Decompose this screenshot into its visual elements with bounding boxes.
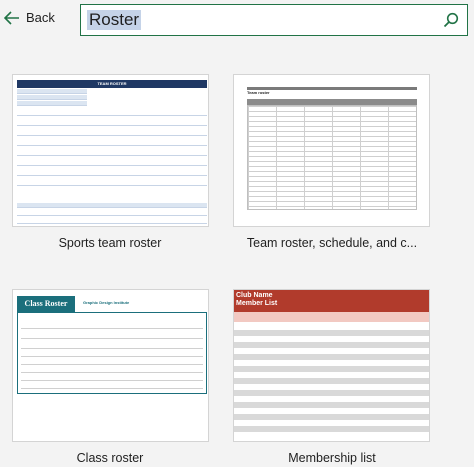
thumb-row [17,219,207,224]
thumb-row [17,89,87,94]
thumb-title: Team roster [247,87,417,96]
thumb-band [234,402,429,408]
thumb-row [17,161,207,166]
template-caption[interactable]: Sports team roster [0,236,220,250]
thumb-band [234,378,429,384]
thumb-row [17,111,207,116]
thumb-columns [234,312,429,322]
template-caption[interactable]: Class roster [0,451,220,465]
thumb-grid [247,105,417,210]
thumb-band [234,426,429,432]
thumb-band [234,390,429,396]
thumb-frame [17,312,207,394]
thumb-row [17,95,87,100]
thumb-row [21,388,203,389]
template-class-roster[interactable]: Class Roster Graphic Design Institute [12,289,209,442]
template-sports-team-roster[interactable]: TEAM ROSTER [12,74,209,227]
thumb-subtitle: Graphic Design Institute [83,300,130,305]
search-icon[interactable] [443,12,459,28]
thumb-row [17,211,207,216]
template-caption[interactable]: Team roster, schedule, and c... [222,236,442,250]
thumb-row [21,348,203,349]
thumb-row [17,151,207,156]
thumb-row [17,171,207,176]
thumb-row [21,364,203,365]
thumb-row [21,338,203,339]
thumb-row [17,141,207,146]
thumb-row [17,101,87,106]
search-value[interactable]: Roster [87,10,142,30]
template-caption[interactable]: Membership list [222,451,442,465]
thumb-row [17,203,207,208]
thumb-band [234,330,429,336]
thumb-row [17,181,207,186]
thumb-header: Club Name Member List [234,290,429,312]
template-team-roster-schedule[interactable]: Team roster [233,74,430,227]
thumb-band [234,414,429,420]
thumb-title: Club Name [236,292,273,299]
thumb-row [21,372,203,373]
thumb-row [17,121,207,126]
thumb-title: Class Roster [17,296,75,312]
thumb-row [21,328,203,329]
search-input[interactable]: Roster [80,4,468,36]
back-arrow-icon [4,10,19,25]
thumb-row [21,380,203,381]
thumb-title: TEAM ROSTER [17,80,207,88]
thumb-row [21,356,203,357]
back-label: Back [26,10,55,25]
back-button[interactable]: Back [4,10,55,25]
thumb-band [234,366,429,372]
thumb-band [234,342,429,348]
thumb-band [234,354,429,360]
thumb-subtitle: Member List [236,300,278,307]
template-membership-list[interactable]: Club Name Member List [233,289,430,442]
thumb-row [17,131,207,136]
